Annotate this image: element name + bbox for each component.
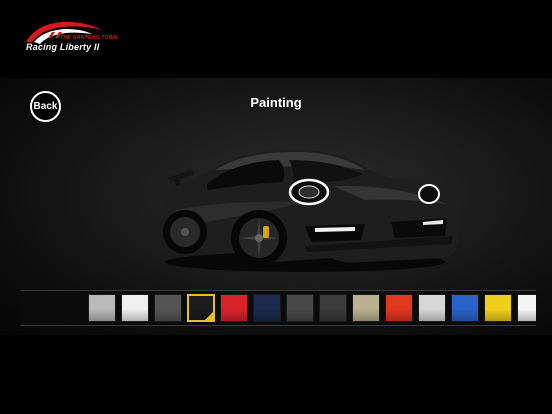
color-swatch-charcoal[interactable] [286,294,314,322]
color-swatch-black[interactable] [187,294,215,322]
back-button[interactable]: Back [30,91,61,122]
color-swatch-silver[interactable] [88,294,116,322]
paint-color-palette [20,290,536,326]
selected-check-icon [204,311,214,321]
color-swatch-yellow[interactable] [484,294,512,322]
color-swatch-graphite[interactable] [319,294,347,322]
color-swatch-white[interactable] [121,294,149,322]
game-logo: THE GANTENG TOWN Racing Liberty II [22,18,122,58]
color-swatch-light-silver[interactable] [418,294,446,322]
color-swatch-beige[interactable] [352,294,380,322]
page-title: Painting [250,95,302,110]
color-swatch-red[interactable] [220,294,248,322]
color-swatch-orange-red[interactable] [385,294,413,322]
color-swatch-dark-blue[interactable] [253,294,281,322]
logo-title: Racing Liberty II [26,42,100,52]
color-swatch-dark-gray[interactable] [154,294,182,322]
color-swatch-white-2[interactable] [517,294,536,322]
bottom-band [0,335,552,414]
sports-car-preview[interactable] [155,140,465,275]
logo-subtitle: THE GANTENG TOWN [60,35,118,41]
color-swatch-blue[interactable] [451,294,479,322]
